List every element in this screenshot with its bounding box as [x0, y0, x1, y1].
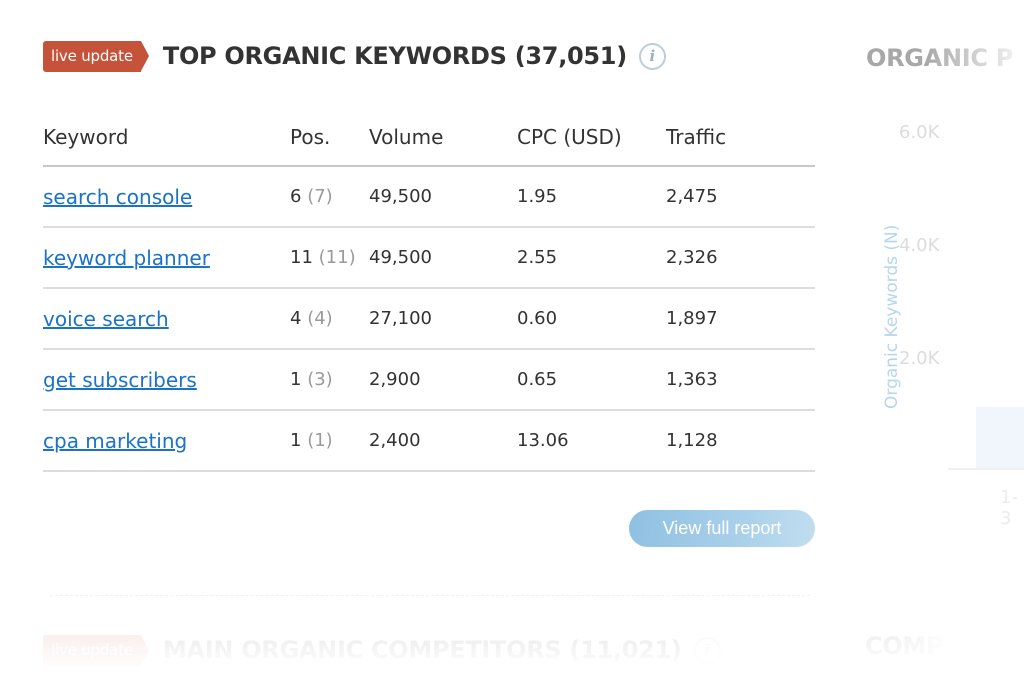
keyword-link[interactable]: get subscribers	[43, 368, 197, 392]
previous-position: (3)	[307, 369, 333, 390]
traffic-cell: 1,363	[666, 349, 815, 411]
position-value: 11	[290, 247, 313, 268]
keywords-table: Keyword Pos. Volume CPC (USD) Traffic se…	[43, 109, 815, 472]
widget-title: TOP ORGANIC KEYWORDS (37,051)	[162, 42, 627, 70]
keyword-cell: keyword planner	[43, 227, 290, 289]
table-row: voice search 4 (4) 27,100 0.60 1,897	[43, 288, 815, 350]
volume-cell: 2,400	[369, 410, 517, 472]
column-header-traffic: Traffic	[666, 109, 815, 167]
cpc-cell: 13.06	[517, 410, 666, 472]
position-value: 1	[290, 430, 302, 451]
keyword-cell: voice search	[43, 288, 290, 350]
volume-cell: 2,900	[369, 349, 517, 411]
traffic-cell: 1,897	[666, 288, 815, 350]
live-update-badge: live update	[43, 634, 149, 666]
previous-position: (7)	[307, 186, 333, 207]
widget-title: MAIN ORGANIC COMPETITORS (11,021)	[162, 636, 682, 664]
cpc-cell: 1.95	[517, 166, 666, 228]
volume-cell: 27,100	[369, 288, 517, 350]
volume-cell: 49,500	[369, 227, 517, 289]
y-tick-label: 6.0K	[899, 122, 940, 143]
position-cell: 11 (11)	[290, 227, 369, 289]
keyword-link[interactable]: voice search	[43, 307, 169, 331]
cpc-cell: 0.65	[517, 349, 666, 411]
traffic-cell: 1,128	[666, 410, 815, 472]
volume-cell: 49,500	[369, 166, 517, 228]
traffic-cell: 2,326	[666, 227, 815, 289]
top-organic-keywords-widget: live update TOP ORGANIC KEYWORDS (37,051…	[43, 36, 815, 547]
column-header-cpc: CPC (USD)	[517, 109, 666, 167]
position-cell: 4 (4)	[290, 288, 369, 350]
main-organic-competitors-widget: live update MAIN ORGANIC COMPETITORS (11…	[43, 632, 1003, 668]
position-cell: 1 (3)	[290, 349, 369, 411]
info-icon[interactable]: i	[693, 636, 721, 664]
table-row: search console 6 (7) 49,500 1.95 2,475	[43, 166, 815, 228]
position-cell: 1 (1)	[290, 410, 369, 472]
cpc-cell: 2.55	[517, 227, 666, 289]
section-divider	[50, 595, 810, 596]
keyword-link[interactable]: cpa marketing	[43, 429, 187, 453]
table-row: get subscribers 1 (3) 2,900 0.65 1,363	[43, 349, 815, 411]
x-axis-line	[948, 468, 1024, 470]
table-header-row: Keyword Pos. Volume CPC (USD) Traffic	[43, 109, 815, 167]
organic-positions-panel: ORGANIC P 6.0K 4.0K 2.0K Organic Keyword…	[866, 36, 1024, 529]
keyword-link[interactable]: keyword planner	[43, 246, 210, 270]
column-header-volume: Volume	[369, 109, 517, 167]
column-header-keyword: Keyword	[43, 109, 290, 167]
table-row: keyword planner 11 (11) 49,500 2.55 2,32…	[43, 227, 815, 289]
previous-position: (1)	[307, 430, 333, 451]
position-cell: 6 (7)	[290, 166, 369, 228]
position-value: 6	[290, 186, 302, 207]
widget-header: live update TOP ORGANIC KEYWORDS (37,051…	[43, 36, 815, 76]
y-tick-label: 2.0K	[899, 348, 940, 369]
y-tick-label: 4.0K	[899, 235, 940, 256]
chart-bar	[976, 407, 1024, 468]
keyword-cell: search console	[43, 166, 290, 228]
table-row: cpa marketing 1 (1) 2,400 13.06 1,128	[43, 410, 815, 472]
competitive-panel-title: COMP	[865, 632, 944, 660]
column-header-position: Pos.	[290, 109, 369, 167]
traffic-cell: 2,475	[666, 166, 815, 228]
previous-position: (11)	[318, 247, 356, 268]
dashboard-page: live update TOP ORGANIC KEYWORDS (37,051…	[0, 0, 1024, 677]
keyword-cell: cpa marketing	[43, 410, 290, 472]
position-value: 1	[290, 369, 302, 390]
panel-title: ORGANIC P	[866, 44, 1014, 72]
live-update-badge: live update	[43, 40, 149, 72]
position-value: 4	[290, 308, 302, 329]
cpc-cell: 0.60	[517, 288, 666, 350]
y-axis-label: Organic Keywords (N)	[882, 224, 902, 409]
keyword-link[interactable]: search console	[43, 185, 192, 209]
x-tick-label: 1-3	[1000, 487, 1018, 529]
info-icon[interactable]: i	[638, 42, 666, 70]
keyword-cell: get subscribers	[43, 349, 290, 411]
previous-position: (4)	[307, 308, 333, 329]
view-full-report-button[interactable]: View full report	[629, 510, 815, 547]
